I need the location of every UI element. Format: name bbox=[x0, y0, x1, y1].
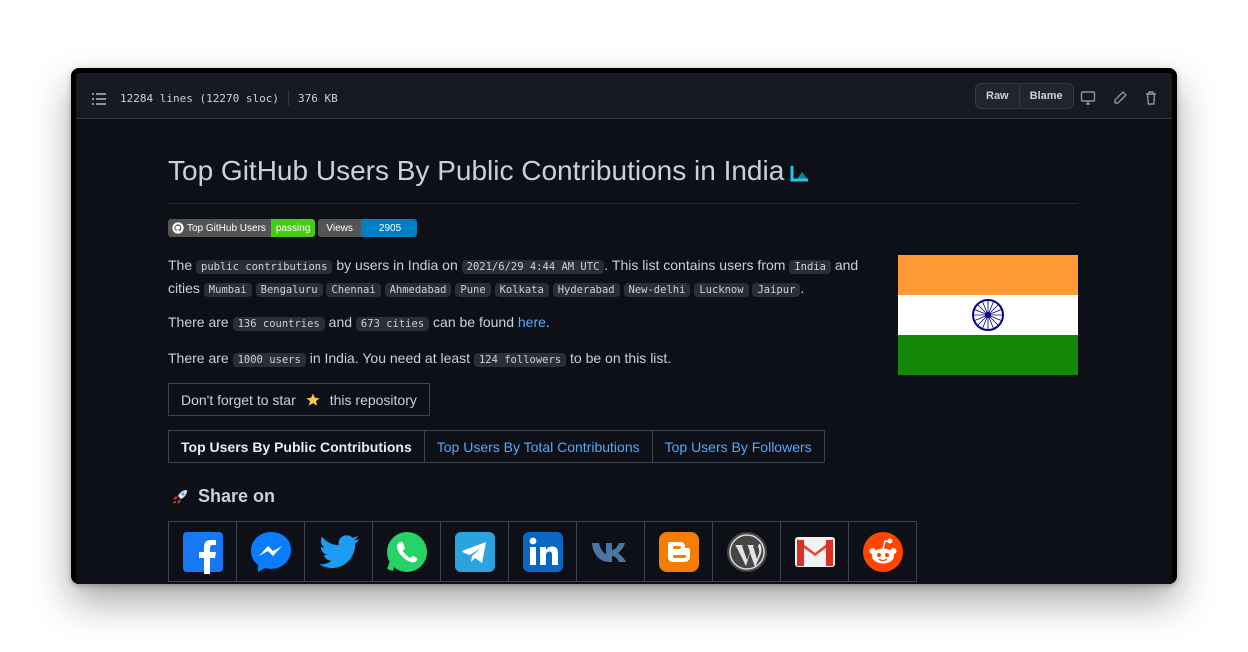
text: . This list contains users from bbox=[604, 257, 786, 273]
code-city: New-delhi bbox=[623, 283, 691, 297]
code-cities: 673 cities bbox=[355, 317, 430, 331]
text: . bbox=[545, 314, 550, 330]
whatsapp-icon bbox=[386, 531, 427, 572]
share-messenger[interactable] bbox=[237, 522, 305, 582]
twitter-icon bbox=[318, 534, 359, 568]
blame-button[interactable]: Blame bbox=[1018, 84, 1073, 108]
code-public-contributions: public contributions bbox=[196, 260, 333, 274]
intro-paragraph: The public contributions by users in Ind… bbox=[168, 255, 893, 301]
share-title-text: Share on bbox=[198, 486, 276, 506]
file-header-bar: 12284 lines (12270 sloc) 376 KB Raw Blam… bbox=[76, 73, 1172, 119]
badges: Top GitHub Users passing Views 2905 bbox=[168, 219, 418, 237]
reddit-icon bbox=[862, 531, 903, 572]
code-users: 1000 users bbox=[232, 353, 306, 367]
github-icon bbox=[172, 222, 184, 234]
tab-public-contributions[interactable]: Top Users By Public Contributions bbox=[169, 431, 424, 462]
linkedin-icon bbox=[522, 531, 563, 572]
star-text: this repository bbox=[329, 391, 417, 408]
share-vk[interactable] bbox=[577, 522, 645, 582]
badge-label: Top GitHub Users bbox=[168, 219, 271, 237]
wordpress-icon bbox=[726, 531, 767, 572]
code-countries: 136 countries bbox=[232, 317, 325, 331]
share-heading: Share on bbox=[170, 486, 275, 507]
edit-pencil-icon[interactable] bbox=[1112, 90, 1128, 106]
code-city: Bengaluru bbox=[255, 283, 323, 297]
share-whatsapp[interactable] bbox=[373, 522, 441, 582]
messenger-icon bbox=[250, 531, 291, 572]
views-badge-left: Views bbox=[318, 219, 361, 237]
title-text: Top GitHub Users By Public Contributions… bbox=[168, 155, 785, 186]
share-facebook[interactable] bbox=[169, 522, 237, 582]
users-paragraph: There are 1000 users in India. You need … bbox=[168, 348, 893, 371]
code-followers: 124 followers bbox=[473, 353, 567, 367]
raw-button[interactable]: Raw bbox=[976, 84, 1019, 108]
code-city: Pune bbox=[455, 283, 491, 297]
text: can be found bbox=[433, 314, 514, 330]
text: to be on this list. bbox=[570, 350, 672, 366]
code-city: Jaipur bbox=[752, 283, 801, 297]
code-city: Mumbai bbox=[203, 283, 252, 297]
facebook-icon bbox=[182, 531, 223, 574]
code-city: Chennai bbox=[326, 283, 381, 297]
tab-followers[interactable]: Top Users By Followers bbox=[651, 431, 824, 462]
text: in India. You need at least bbox=[309, 350, 471, 366]
build-badge-left: Top GitHub Users bbox=[187, 222, 266, 234]
share-twitter[interactable] bbox=[305, 522, 373, 582]
code-city: Lucknow bbox=[694, 283, 749, 297]
telegram-icon bbox=[454, 531, 495, 572]
raw-blame-group: Raw Blame bbox=[975, 83, 1074, 109]
list-icon[interactable] bbox=[92, 93, 106, 105]
text: The bbox=[168, 257, 193, 273]
rocket-icon bbox=[173, 489, 187, 504]
vk-icon bbox=[591, 542, 626, 562]
text: . bbox=[800, 280, 805, 296]
countries-paragraph: There are 136 countries and 673 cities c… bbox=[168, 312, 893, 335]
build-badge-status: passing bbox=[270, 219, 316, 237]
divider bbox=[287, 90, 289, 106]
build-badge[interactable]: Top GitHub Users passing bbox=[168, 219, 316, 237]
share-reddit[interactable] bbox=[849, 522, 917, 582]
code-city: Ahmedabad bbox=[384, 283, 452, 297]
code-city: Kolkata bbox=[494, 283, 549, 297]
file-viewer-window: 12284 lines (12270 sloc) 376 KB Raw Blam… bbox=[71, 68, 1177, 584]
ranking-tabs: Top Users By Public Contributions Top Us… bbox=[168, 430, 825, 463]
star-text: Don't forget to star bbox=[181, 391, 296, 408]
share-telegram[interactable] bbox=[441, 522, 509, 582]
desktop-icon[interactable] bbox=[1080, 90, 1096, 106]
trash-icon[interactable] bbox=[1143, 90, 1159, 106]
share-blogger[interactable] bbox=[645, 522, 713, 582]
code-date: 2021/6/29 4:44 AM UTC bbox=[461, 260, 605, 274]
star-reminder: Don't forget to star this repository bbox=[168, 383, 430, 416]
share-wordpress[interactable] bbox=[713, 522, 781, 582]
share-linkedin[interactable] bbox=[509, 522, 577, 582]
text: There are bbox=[168, 314, 229, 330]
text: and bbox=[328, 314, 353, 330]
file-meta: 12284 lines (12270 sloc) 376 KB bbox=[120, 90, 338, 106]
code-country: India bbox=[789, 260, 831, 274]
here-link[interactable]: here bbox=[518, 314, 546, 330]
tab-total-contributions[interactable]: Top Users By Total Contributions bbox=[423, 431, 652, 462]
gmail-icon bbox=[794, 536, 835, 567]
text: There are bbox=[168, 350, 229, 366]
file-size: 376 KB bbox=[297, 91, 338, 105]
star-icon bbox=[306, 393, 320, 406]
views-badge-count: 2905 bbox=[360, 219, 418, 237]
share-icons-row bbox=[168, 521, 917, 582]
text: by users in India on bbox=[336, 257, 458, 273]
loading-animation-icon bbox=[790, 166, 809, 182]
readme-title: Top GitHub Users By Public Contributions… bbox=[168, 155, 1078, 204]
text: and bbox=[834, 257, 859, 273]
text: cities bbox=[168, 280, 200, 296]
blogger-icon bbox=[658, 531, 699, 572]
share-gmail[interactable] bbox=[781, 522, 849, 582]
code-city: Hyderabad bbox=[552, 283, 620, 297]
line-count: 12284 lines (12270 sloc) bbox=[120, 91, 279, 105]
india-flag-image bbox=[898, 255, 1078, 375]
views-badge[interactable]: Views 2905 bbox=[318, 219, 418, 237]
